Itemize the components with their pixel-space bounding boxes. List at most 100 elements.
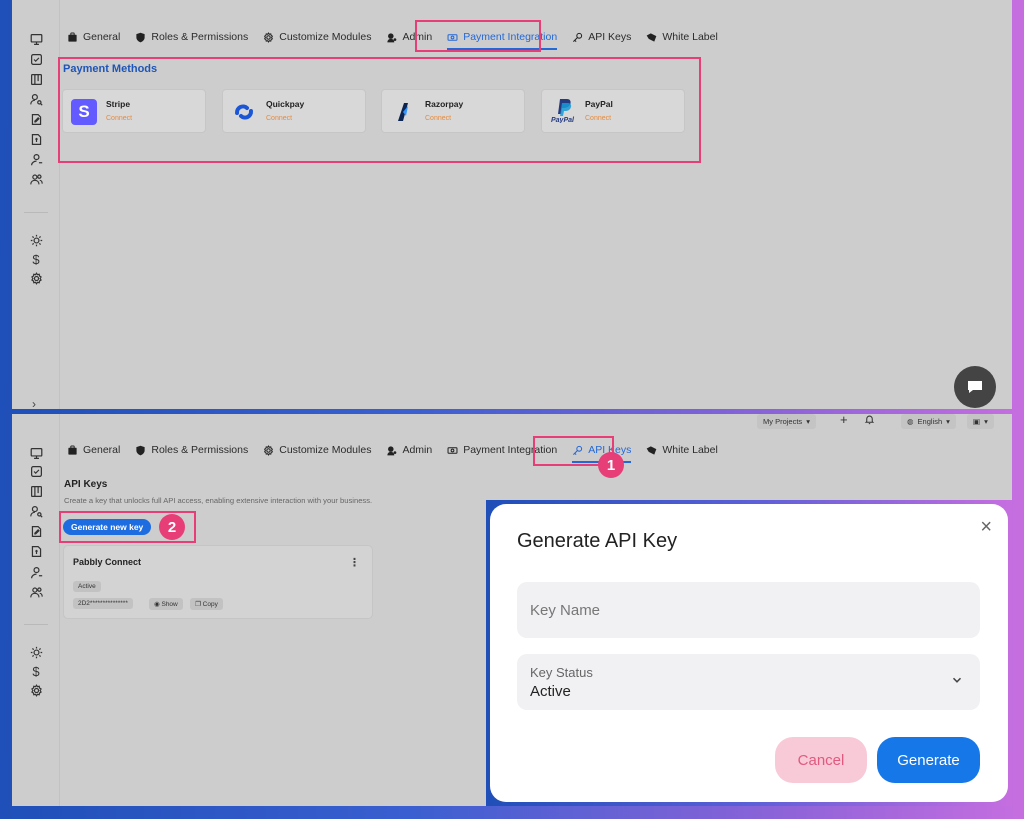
tab-label: White Label: [662, 444, 718, 456]
monitor-icon[interactable]: [29, 32, 43, 46]
payment-card-paypal[interactable]: PayPal PayPal Connect: [541, 89, 685, 133]
tab-customize-modules[interactable]: Customize Modules: [263, 25, 371, 49]
chat-icon: [968, 381, 982, 393]
tab-label: Roles & Permissions: [151, 444, 249, 456]
payment-name: Razorpay: [425, 99, 464, 109]
generate-new-key-button[interactable]: Generate new key: [63, 519, 152, 535]
invoice-icon[interactable]: [29, 132, 43, 146]
modal-frame: Generate API Key × Key Name Key Status A…: [486, 500, 1012, 806]
add-icon[interactable]: +: [840, 414, 848, 427]
close-icon[interactable]: ×: [980, 516, 992, 539]
briefcase-icon: [68, 32, 77, 42]
bell-icon[interactable]: [864, 414, 875, 425]
tab-label: White Label: [662, 31, 718, 43]
expand-sidebar-icon[interactable]: ›: [32, 397, 36, 409]
tab-white-label[interactable]: White Label: [646, 25, 718, 49]
briefcase-icon: [68, 445, 77, 455]
language-dropdown[interactable]: ◍ English ▾: [901, 414, 956, 429]
connect-link[interactable]: Connect: [106, 115, 132, 122]
quickpay-logo-icon: [231, 99, 257, 125]
projects-dropdown[interactable]: My Projects ▾: [757, 414, 816, 429]
payment-name: Quickpay: [266, 99, 305, 109]
settings-icon[interactable]: [29, 271, 43, 285]
payment-card-razorpay[interactable]: Razorpay Connect: [381, 89, 525, 133]
connect-link[interactable]: Connect: [266, 115, 292, 122]
user-icon[interactable]: [29, 565, 43, 579]
page-title: API Keys: [64, 479, 108, 490]
page-description: Create a key that unlocks full API acces…: [64, 496, 373, 505]
user-search-icon[interactable]: [29, 504, 43, 518]
payment-tab-highlight: [415, 20, 541, 52]
edit-doc-icon[interactable]: [29, 112, 43, 126]
copy-key-button[interactable]: ❐ Copy: [190, 598, 223, 610]
tab-label: API Keys: [588, 31, 632, 43]
tab-white-label[interactable]: White Label: [646, 438, 718, 462]
user-icon[interactable]: [29, 152, 43, 166]
dollar-icon[interactable]: $: [29, 252, 43, 267]
key-name-field[interactable]: Key Name: [517, 582, 980, 638]
key-icon: [573, 32, 583, 42]
board-icon[interactable]: [29, 72, 43, 86]
settings-tabs: General Roles & Permissions Customize Mo…: [67, 437, 733, 463]
tab-label: Roles & Permissions: [151, 31, 249, 43]
tab-customize-modules[interactable]: Customize Modules: [263, 438, 371, 462]
tab-roles-permissions[interactable]: Roles & Permissions: [135, 25, 248, 49]
more-vertical-icon[interactable]: ⋮: [349, 556, 360, 569]
user-search-icon[interactable]: [29, 92, 43, 106]
payment-methods-title: Payment Methods: [63, 63, 158, 75]
edit-doc-icon[interactable]: [29, 524, 43, 538]
connect-link[interactable]: Connect: [425, 115, 451, 122]
admin-icon: [387, 32, 397, 42]
key-status-select[interactable]: Key Status Active: [517, 654, 980, 710]
language-label: English: [917, 417, 943, 426]
tab-label: Customize Modules: [279, 31, 372, 43]
generate-button[interactable]: Generate: [877, 737, 980, 783]
dollar-icon[interactable]: $: [29, 664, 43, 679]
key-name: Pabbly Connect: [73, 557, 142, 567]
projects-label: My Projects: [763, 417, 803, 426]
tab-general[interactable]: General: [67, 25, 120, 49]
tab-admin[interactable]: Admin: [386, 438, 432, 462]
shield-icon: [136, 445, 145, 455]
tab-label: General: [83, 444, 121, 456]
step-1-badge: 1: [598, 452, 624, 478]
sun-icon[interactable]: [29, 645, 43, 659]
show-key-button[interactable]: ◉ Show: [149, 598, 183, 610]
cancel-button[interactable]: Cancel: [775, 737, 867, 783]
tab-api-keys[interactable]: API Keys: [572, 25, 631, 49]
api-key-card: Pabbly Connect ⋮ Active 2D2*************…: [63, 545, 373, 619]
settings-tabs: General Roles & Permissions Customize Mo…: [67, 24, 733, 50]
tab-general[interactable]: General: [67, 438, 120, 462]
tab-label: Customize Modules: [279, 444, 372, 456]
key-status-label: Key Status: [530, 665, 593, 680]
eye-icon: ◉: [154, 601, 160, 608]
payment-integration-screen: $ General Roles & Permissions Customize …: [12, 0, 1012, 409]
task-check-icon[interactable]: [29, 52, 43, 66]
account-menu[interactable]: ▣ ▾: [967, 414, 994, 429]
payment-name: Stripe: [106, 99, 131, 109]
generate-api-key-modal: Generate API Key × Key Name Key Status A…: [490, 504, 1008, 802]
monitor-icon[interactable]: [29, 446, 43, 460]
payment-card-quickpay[interactable]: Quickpay Connect: [222, 89, 366, 133]
connect-link[interactable]: Connect: [585, 115, 611, 122]
copy-icon: ❐: [195, 601, 201, 608]
users-icon[interactable]: [29, 585, 43, 599]
sidebar-divider: [24, 212, 48, 213]
sidebar: $: [12, 0, 60, 409]
settings-icon[interactable]: [29, 683, 43, 697]
board-icon[interactable]: [29, 484, 43, 498]
payment-card-stripe[interactable]: S Stripe Connect: [62, 89, 206, 133]
stripe-logo-icon: S: [71, 99, 97, 125]
key-name-placeholder: Key Name: [530, 602, 601, 619]
chat-button[interactable]: [954, 366, 996, 408]
users-icon[interactable]: [29, 172, 43, 186]
globe-icon: ◍: [907, 417, 914, 426]
sun-icon[interactable]: [29, 233, 43, 247]
key-status-value: Active: [530, 683, 571, 700]
invoice-icon[interactable]: [29, 544, 43, 558]
task-check-icon[interactable]: [29, 464, 43, 478]
razorpay-logo-icon: [390, 99, 416, 125]
chevron-down-icon: [952, 677, 962, 683]
money-icon: [447, 446, 458, 454]
tab-roles-permissions[interactable]: Roles & Permissions: [135, 438, 248, 462]
